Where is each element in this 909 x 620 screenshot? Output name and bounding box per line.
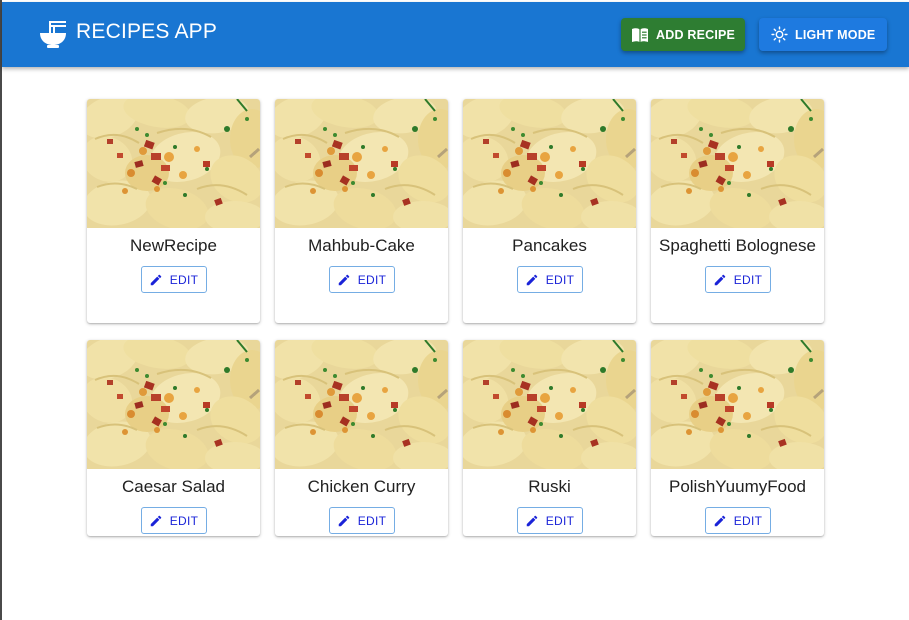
edit-button[interactable]: EDIT <box>516 507 583 534</box>
recipe-grid: NewRecipe EDIT Mahbub-Cake EDIT Pancakes… <box>87 99 824 536</box>
pencil-icon <box>713 514 727 528</box>
light-mode-button[interactable]: LIGHT MODE <box>759 18 887 51</box>
recipe-image <box>87 340 260 469</box>
ramen-bowl-icon <box>40 21 66 48</box>
add-recipe-button[interactable]: ADD RECIPE <box>621 18 745 51</box>
pencil-icon <box>337 273 351 287</box>
pencil-icon <box>713 273 727 287</box>
recipe-image <box>651 99 824 228</box>
recipe-image <box>275 99 448 228</box>
recipe-image <box>463 340 636 469</box>
recipe-image <box>463 99 636 228</box>
edit-label: EDIT <box>357 513 387 528</box>
sun-icon <box>771 26 788 43</box>
recipe-card: Chicken Curry EDIT <box>275 340 448 536</box>
recipe-image <box>651 340 824 469</box>
light-mode-label: LIGHT MODE <box>795 27 876 42</box>
recipe-card: Pancakes EDIT <box>463 99 636 323</box>
recipe-image <box>275 340 448 469</box>
edit-label: EDIT <box>733 272 763 287</box>
recipe-title: Caesar Salad <box>121 477 225 496</box>
edit-button[interactable]: EDIT <box>704 507 771 534</box>
edit-button[interactable]: EDIT <box>328 507 395 534</box>
edit-button[interactable]: EDIT <box>328 266 395 293</box>
edit-label: EDIT <box>169 272 199 287</box>
recipe-card: Ruski EDIT <box>463 340 636 536</box>
recipe-title: Ruski <box>528 477 571 496</box>
window-edge <box>0 0 2 620</box>
brand: RECIPES APP <box>38 19 217 49</box>
recipe-card: NewRecipe EDIT <box>87 99 260 323</box>
recipe-title: NewRecipe <box>130 236 217 255</box>
edit-label: EDIT <box>357 272 387 287</box>
recipe-title: Chicken Curry <box>307 477 416 496</box>
app-bar: RECIPES APP ADD RECIPE LIGHT MODE <box>2 2 909 67</box>
pencil-icon <box>149 273 163 287</box>
edit-button[interactable]: EDIT <box>140 507 207 534</box>
menu-book-icon <box>632 27 648 42</box>
edit-label: EDIT <box>545 272 575 287</box>
recipe-card: Spaghetti Bolognese EDIT <box>651 99 824 323</box>
edit-label: EDIT <box>733 513 763 528</box>
recipe-card: Mahbub-Cake EDIT <box>275 99 448 323</box>
recipe-card: Caesar Salad EDIT <box>87 340 260 536</box>
recipe-image <box>87 99 260 228</box>
recipe-card: PolishYuumyFood EDIT <box>651 340 824 536</box>
edit-button[interactable]: EDIT <box>140 266 207 293</box>
edit-label: EDIT <box>545 513 575 528</box>
add-recipe-label: ADD RECIPE <box>656 27 736 42</box>
pencil-icon <box>337 514 351 528</box>
recipe-title: Spaghetti Bolognese <box>659 236 816 255</box>
edit-label: EDIT <box>169 513 199 528</box>
edit-button[interactable]: EDIT <box>516 266 583 293</box>
recipe-title: Pancakes <box>512 236 587 255</box>
edit-button[interactable]: EDIT <box>704 266 771 293</box>
recipe-title: PolishYuumyFood <box>668 477 807 496</box>
pencil-icon <box>525 273 539 287</box>
pencil-icon <box>525 514 539 528</box>
app-title: RECIPES APP <box>76 20 218 43</box>
pencil-icon <box>149 514 163 528</box>
recipe-title: Mahbub-Cake <box>308 236 415 255</box>
